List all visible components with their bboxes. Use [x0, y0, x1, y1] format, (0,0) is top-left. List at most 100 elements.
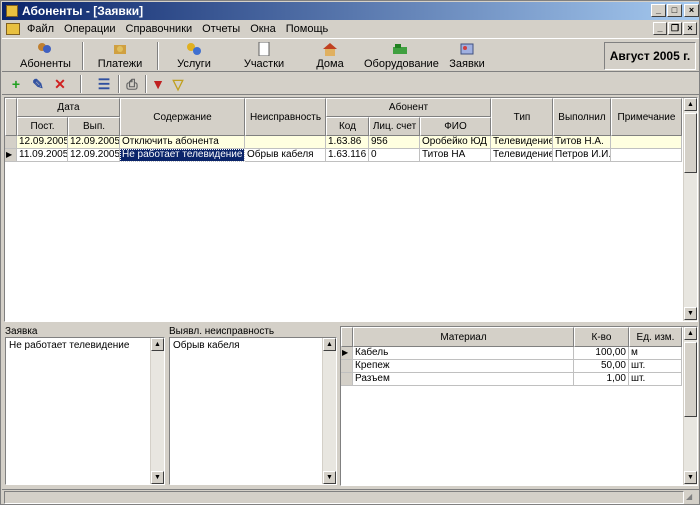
materials-vertical-scrollbar[interactable]: ▲ ▼	[683, 327, 697, 485]
column-header-unit[interactable]: Ед. изм.	[629, 327, 682, 347]
minimize-button[interactable]: _	[651, 4, 666, 17]
cell-account[interactable]: 956	[369, 136, 420, 149]
menu-help[interactable]: Помощь	[281, 23, 334, 35]
add-icon[interactable]: +	[8, 76, 24, 92]
cell-fault[interactable]	[245, 136, 326, 149]
cell-post[interactable]: 11.09.2005	[17, 149, 68, 162]
abonents-button[interactable]: Абоненты	[20, 41, 71, 71]
cell-unit[interactable]: м	[629, 347, 682, 360]
menu-file[interactable]: Файл	[22, 23, 59, 35]
column-header-executor[interactable]: Выполнил	[553, 98, 611, 136]
requests-grid[interactable]: Дата Пост. Вып. Содержание Неисправность…	[4, 97, 698, 322]
scroll-thumb[interactable]	[684, 342, 697, 417]
cell-material[interactable]: Кабель	[353, 347, 574, 360]
size-grip-icon[interactable]: ◢	[686, 492, 697, 503]
cell-note[interactable]	[611, 149, 682, 162]
scroll-up-arrow-icon[interactable]: ▲	[151, 338, 164, 351]
payments-icon	[112, 42, 128, 56]
request-text-memo[interactable]: Не работает телевидение ▲ ▼	[5, 337, 165, 485]
cell-code[interactable]: 1.63.116	[326, 149, 369, 162]
clear-filter-icon[interactable]: ▽	[170, 76, 186, 92]
cell-account[interactable]: 0	[369, 149, 420, 162]
cell-type[interactable]: Телевидение	[491, 149, 553, 162]
column-header-account[interactable]: Лиц. счет	[369, 117, 420, 136]
column-header-fio[interactable]: ФИО	[420, 117, 491, 136]
cell-qty[interactable]: 1,00	[574, 373, 629, 386]
cell-fio[interactable]: Оробейко ЮД	[420, 136, 491, 149]
sections-label: Участки	[243, 58, 285, 70]
cell-fio[interactable]: Титов НА	[420, 149, 491, 162]
column-header-note[interactable]: Примечание	[611, 98, 682, 136]
cell-material[interactable]: Крепеж	[353, 360, 574, 373]
cell-content-focused[interactable]: Не работает телевидение	[120, 149, 245, 162]
cell-code[interactable]: 1.63.86	[326, 136, 369, 149]
cell-note[interactable]	[611, 136, 682, 149]
materials-grid[interactable]: Материал К-во Ед. изм. ▶ Кабель 100,00 м…	[340, 326, 698, 486]
column-header-vyp[interactable]: Вып.	[68, 117, 120, 136]
cell-vyp[interactable]: 12.09.2005	[68, 149, 120, 162]
toolbar-separator	[145, 75, 147, 93]
menu-operations[interactable]: Операции	[59, 23, 120, 35]
memo-scrollbar[interactable]: ▲ ▼	[150, 338, 164, 484]
cell-vyp[interactable]: 12.09.2005	[68, 136, 120, 149]
edit-icon[interactable]: ✎	[30, 76, 46, 92]
cell-fault[interactable]: Обрыв кабеля	[245, 149, 326, 162]
maximize-button[interactable]: □	[667, 4, 682, 17]
cell-post[interactable]: 12.09.2005	[17, 136, 68, 149]
table-row-selected[interactable]: ▶ Кабель 100,00 м	[341, 347, 682, 360]
services-button[interactable]: Услуги	[172, 41, 216, 71]
toolbar-separator	[82, 42, 84, 70]
cell-executor[interactable]: Петров И.И.	[553, 149, 611, 162]
column-header-content[interactable]: Содержание	[120, 98, 245, 136]
column-header-type[interactable]: Тип	[491, 98, 553, 136]
close-button[interactable]: ×	[684, 4, 699, 17]
table-row[interactable]: 12.09.2005 12.09.2005 Отключить абонента…	[5, 136, 682, 149]
payments-button[interactable]: Платежи	[94, 41, 146, 71]
window-title: Абоненты - [Заявки]	[22, 4, 144, 18]
mdi-restore-button[interactable]: ❐	[668, 22, 682, 35]
filter-icon[interactable]: ▼	[150, 76, 166, 92]
cell-type[interactable]: Телевидение	[491, 136, 553, 149]
sections-button[interactable]: Участки	[239, 41, 289, 71]
scroll-down-arrow-icon[interactable]: ▼	[684, 471, 697, 484]
column-header-qty[interactable]: К-во	[574, 327, 629, 347]
table-row-selected[interactable]: ▶ 11.09.2005 12.09.2005 Не работает теле…	[5, 149, 682, 162]
cell-qty[interactable]: 100,00	[574, 347, 629, 360]
mdi-close-button[interactable]: ×	[683, 22, 697, 35]
printer-icon[interactable]: ⎙	[124, 76, 140, 92]
scroll-down-arrow-icon[interactable]: ▼	[323, 471, 336, 484]
cell-material[interactable]: Разъем	[353, 373, 574, 386]
list-view-icon[interactable]: ☰	[96, 76, 112, 92]
column-header-post[interactable]: Пост.	[17, 117, 68, 136]
status-bar: ◢	[2, 489, 699, 504]
scroll-down-arrow-icon[interactable]: ▼	[151, 471, 164, 484]
column-header-code[interactable]: Код	[326, 117, 369, 136]
scroll-up-arrow-icon[interactable]: ▲	[323, 338, 336, 351]
column-header-fault[interactable]: Неисправность	[245, 98, 326, 136]
equipment-button[interactable]: Оборудование	[364, 41, 439, 71]
mdi-child-icon[interactable]	[6, 23, 20, 35]
cell-content[interactable]: Отключить абонента	[120, 136, 245, 149]
scroll-down-arrow-icon[interactable]: ▼	[684, 307, 697, 320]
column-header-material[interactable]: Материал	[353, 327, 574, 347]
scroll-up-arrow-icon[interactable]: ▲	[684, 327, 697, 340]
mdi-minimize-button[interactable]: _	[653, 22, 667, 35]
grid-vertical-scrollbar[interactable]: ▲ ▼	[683, 98, 697, 321]
memo-scrollbar[interactable]: ▲ ▼	[322, 338, 336, 484]
menu-windows[interactable]: Окна	[245, 23, 281, 35]
requests-button[interactable]: Заявки	[446, 41, 488, 71]
cell-unit[interactable]: шт.	[629, 360, 682, 373]
cell-unit[interactable]: шт.	[629, 373, 682, 386]
house-icon	[322, 42, 338, 56]
scroll-thumb[interactable]	[684, 113, 697, 173]
menu-reports[interactable]: Отчеты	[197, 23, 245, 35]
table-row[interactable]: Разъем 1,00 шт.	[341, 373, 682, 386]
delete-icon[interactable]: ✕	[52, 76, 68, 92]
cell-executor[interactable]: Титов Н.А.	[553, 136, 611, 149]
detected-fault-memo[interactable]: Обрыв кабеля ▲ ▼	[169, 337, 337, 485]
menu-directories[interactable]: Справочники	[121, 23, 198, 35]
houses-button[interactable]: Дома	[310, 41, 350, 71]
cell-qty[interactable]: 50,00	[574, 360, 629, 373]
table-row[interactable]: Крепеж 50,00 шт.	[341, 360, 682, 373]
scroll-up-arrow-icon[interactable]: ▲	[684, 98, 697, 111]
